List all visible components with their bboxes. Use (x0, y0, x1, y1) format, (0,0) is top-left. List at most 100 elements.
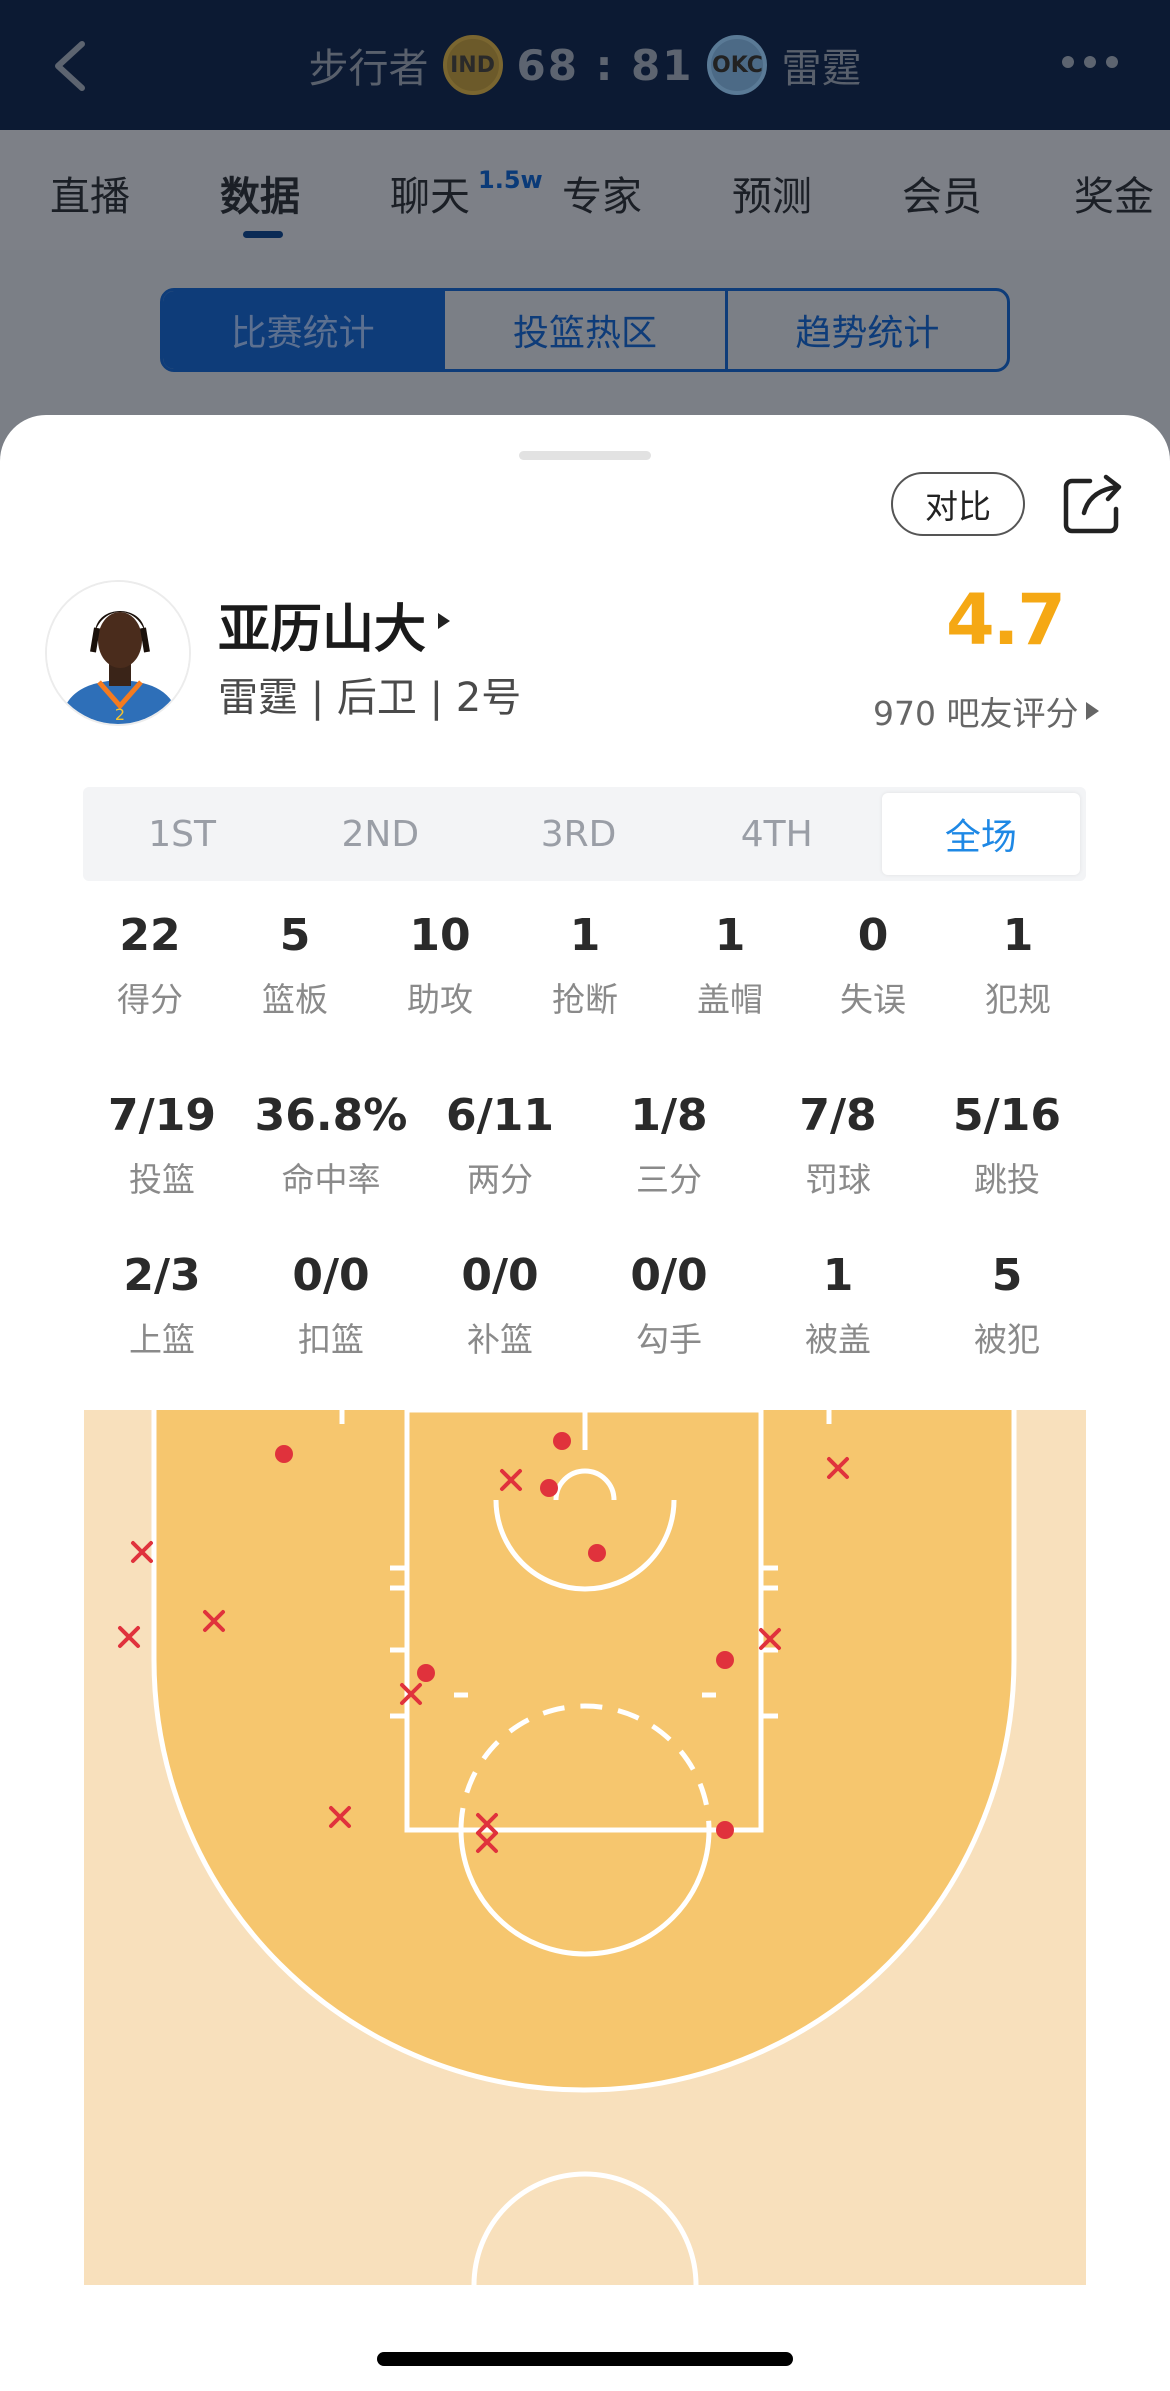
stat-blocked: 1 被盖 (805, 1250, 871, 1361)
stat-value: 7/19 (108, 1090, 216, 1141)
caret-right-icon (1086, 702, 1100, 720)
shot-chart-court (84, 1410, 1086, 2285)
segment-shot-zones[interactable]: 投篮热区 (445, 291, 728, 369)
tab-predict[interactable]: 预测 (732, 164, 812, 222)
stat-blocks: 1 盖帽 (697, 910, 763, 1021)
tab-data[interactable]: 数据 (220, 164, 300, 222)
period-tab-4th[interactable]: 4TH (678, 787, 876, 881)
stat-value: 5 (279, 910, 311, 961)
stat-value: 6/11 (446, 1090, 554, 1141)
away-team-logo-icon: IND (442, 35, 503, 95)
compare-button[interactable]: 对比 (891, 472, 1025, 536)
stat-value: 1/8 (630, 1090, 708, 1141)
sheet-grabber[interactable] (519, 451, 651, 460)
stat-value: 1 (569, 910, 601, 961)
stat-hook-shots: 0/0 勾手 (630, 1250, 707, 1361)
nav-tabs: 直播 数据 聊天 1.5w 专家 预测 会员 奖金 (0, 130, 1170, 250)
stat-label: 篮板 (262, 980, 328, 1019)
player-stats-sheet: 对比 2 亚历山大 雷霆 | 后卫 | 2号 4.7 970 吧友评分 1ST … (0, 415, 1170, 2391)
court-svg (84, 1410, 1086, 2285)
stat-label: 罚球 (805, 1160, 871, 1199)
stat-field-goals: 7/19 投篮 (108, 1090, 216, 1201)
stat-label: 盖帽 (697, 980, 763, 1019)
more-icon[interactable] (1062, 56, 1118, 68)
stat-label: 犯规 (985, 980, 1051, 1019)
made-shot-marker (716, 1651, 734, 1669)
tab-chat[interactable]: 聊天 (390, 164, 470, 222)
period-tab-full-game[interactable]: 全场 (881, 793, 1081, 875)
segment-game-stats[interactable]: 比赛统计 (163, 291, 446, 369)
stat-tip-ins: 0/0 补篮 (461, 1250, 538, 1361)
stat-steals: 1 抢断 (552, 910, 618, 1021)
fan-rating-link[interactable]: 970 吧友评分 (873, 687, 1100, 735)
stat-value: 0/0 (461, 1250, 539, 1301)
stat-value: 0/0 (292, 1250, 370, 1301)
stat-label: 命中率 (281, 1160, 381, 1199)
stat-assists: 10 助攻 (407, 910, 473, 1021)
stat-label: 勾手 (636, 1320, 702, 1359)
fan-rating-label: 970 吧友评分 (873, 694, 1079, 733)
svg-text:2: 2 (115, 705, 125, 724)
player-name[interactable]: 亚历山大 (218, 587, 426, 662)
stat-fg-percentage: 36.8% 命中率 (255, 1090, 408, 1201)
game-score: 68 : 81 (516, 40, 694, 90)
stat-label: 上篮 (129, 1320, 195, 1359)
tab-bonus[interactable]: 奖金 (1074, 164, 1154, 222)
stat-value: 1 (714, 910, 746, 961)
stat-fouls: 1 犯规 (985, 910, 1051, 1021)
stat-value: 1 (1002, 910, 1034, 961)
stat-value: 22 (119, 910, 181, 961)
stat-label: 两分 (466, 1160, 533, 1199)
period-tabs: 1ST 2ND 3RD 4TH 全场 (83, 787, 1086, 881)
player-avatar[interactable]: 2 (45, 580, 191, 726)
stat-value: 0 (857, 910, 889, 961)
stat-value: 36.8% (254, 1090, 408, 1141)
active-tab-indicator (243, 231, 283, 238)
home-team-name: 雷霆 (781, 46, 862, 92)
stat-label: 扣篮 (298, 1320, 364, 1359)
chat-count-badge: 1.5w (478, 166, 543, 194)
stat-label: 三分 (636, 1160, 702, 1199)
made-shot-marker (417, 1664, 435, 1682)
made-shot-marker (540, 1479, 558, 1497)
period-tab-3rd[interactable]: 3RD (479, 787, 677, 881)
stat-points: 22 得分 (117, 910, 183, 1021)
stat-label: 跳投 (973, 1160, 1040, 1199)
stat-value: 5 (991, 1250, 1023, 1301)
stat-label: 补篮 (467, 1320, 533, 1359)
stat-label: 投篮 (128, 1160, 195, 1199)
tab-live[interactable]: 直播 (50, 164, 130, 222)
player-detail-arrow-icon[interactable] (436, 611, 452, 631)
player-team-position-number: 雷霆 | 后卫 | 2号 (218, 675, 522, 721)
stat-label: 被盖 (805, 1320, 871, 1359)
tab-member[interactable]: 会员 (902, 164, 982, 222)
stat-turnovers: 0 失误 (840, 910, 906, 1021)
stat-free-throws: 7/8 罚球 (799, 1090, 876, 1201)
segment-trend-stats[interactable]: 趋势统计 (728, 291, 1007, 369)
made-shot-marker (716, 1821, 734, 1839)
stat-layups: 2/3 上篮 (123, 1250, 200, 1361)
stat-value: 5/16 (953, 1090, 1061, 1141)
made-shot-marker (275, 1445, 293, 1463)
stat-label: 得分 (117, 980, 183, 1019)
stat-label: 助攻 (407, 980, 473, 1019)
share-icon[interactable] (1062, 473, 1124, 535)
player-photo-icon: 2 (47, 582, 189, 724)
top-bar: 步行者 IND 68 : 81 OKC 雷霆 (0, 0, 1170, 130)
stat-value: 7/8 (799, 1090, 877, 1141)
period-tab-2nd[interactable]: 2ND (281, 787, 479, 881)
made-shot-marker (588, 1544, 606, 1562)
stat-jump-shots: 5/16 跳投 (953, 1090, 1061, 1201)
stat-rebounds: 5 篮板 (262, 910, 328, 1021)
stat-label: 抢断 (552, 980, 618, 1019)
home-team-logo-icon: OKC (707, 35, 768, 95)
stat-two-pointers: 6/11 两分 (446, 1090, 554, 1201)
stat-value: 10 (409, 910, 471, 961)
fan-rating-score: 4.7 (946, 579, 1066, 661)
home-indicator (377, 2352, 793, 2366)
stat-fouls-drawn: 5 被犯 (974, 1250, 1040, 1361)
scoreboard: 步行者 IND 68 : 81 OKC 雷霆 (0, 30, 1170, 100)
period-tab-1st[interactable]: 1ST (83, 787, 281, 881)
stat-label: 失误 (840, 980, 906, 1019)
tab-expert[interactable]: 专家 (562, 164, 642, 222)
